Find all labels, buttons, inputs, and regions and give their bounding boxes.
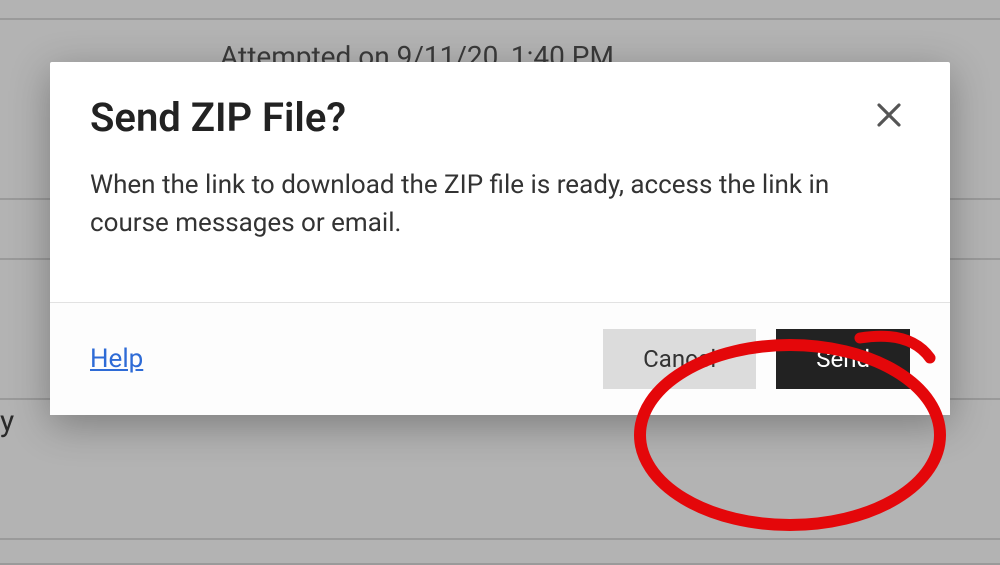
close-icon [874, 118, 904, 133]
background-letter: y [0, 404, 14, 439]
modal-body: When the link to download the ZIP file i… [50, 151, 950, 302]
modal-header: Send ZIP File? [50, 62, 950, 151]
help-link[interactable]: Help [90, 344, 143, 374]
send-button[interactable]: Send [776, 329, 910, 389]
modal-footer: Help Cancel Send [50, 302, 950, 415]
modal-body-text: When the link to download the ZIP file i… [90, 167, 910, 242]
cancel-button[interactable]: Cancel [603, 329, 756, 389]
close-button[interactable] [868, 94, 910, 136]
modal-title: Send ZIP File? [90, 94, 346, 141]
send-zip-modal: Send ZIP File? When the link to download… [50, 62, 950, 415]
